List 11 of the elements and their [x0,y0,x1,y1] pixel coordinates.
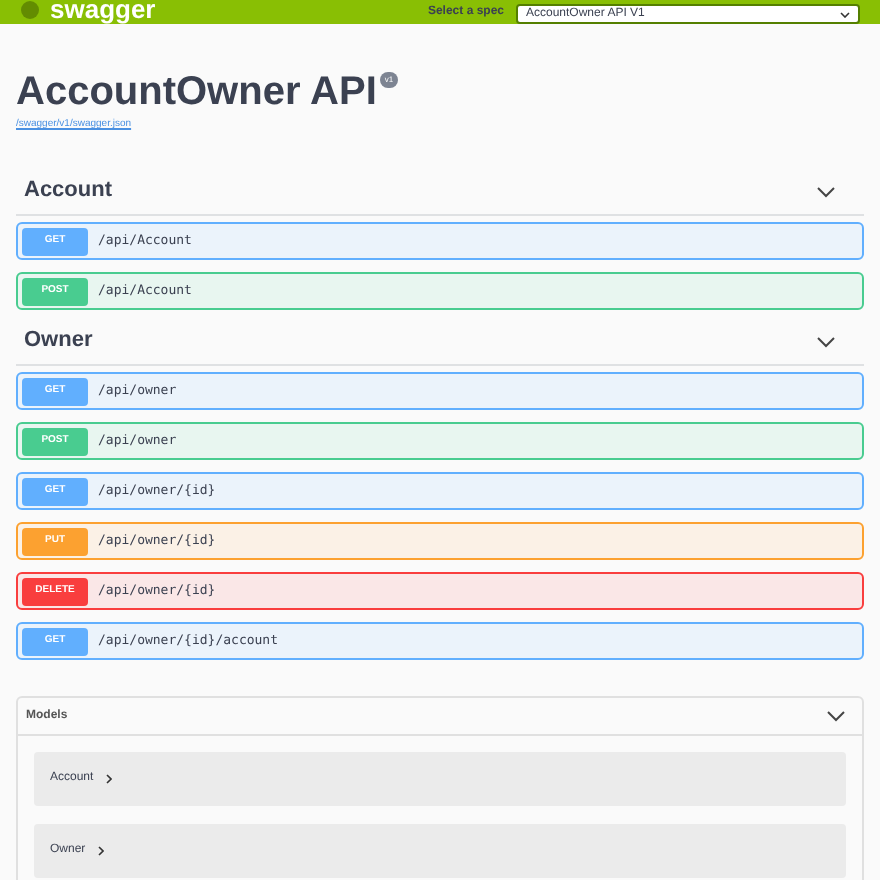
api-title: AccountOwner API [16,68,377,116]
logo-icon [20,0,40,19]
chevron-icon[interactable] [816,185,836,197]
section-header[interactable]: Account [16,168,864,216]
caret-icon [840,11,850,17]
logo-text: swagger [50,0,156,22]
chevron-right-icon [97,846,104,856]
chevron-icon[interactable] [816,335,836,347]
chevron-icon[interactable] [826,710,846,722]
chevron-right-icon [105,774,112,784]
section-header[interactable]: Owner [16,318,864,366]
